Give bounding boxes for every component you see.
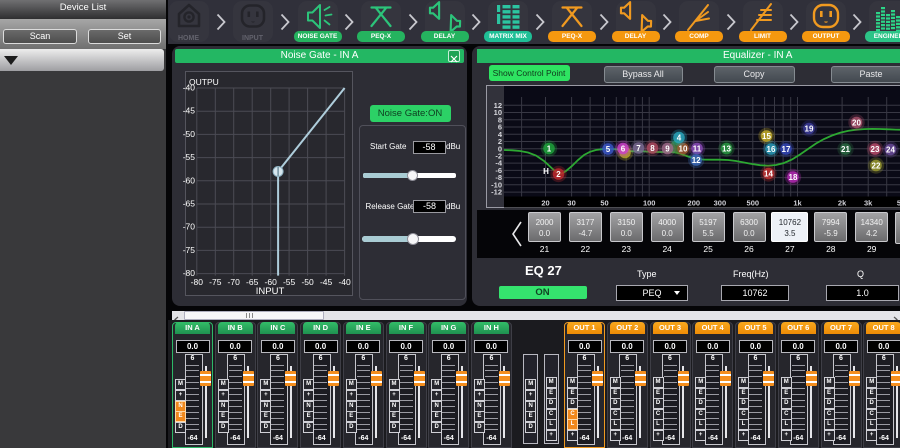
svg-text:-12: -12 <box>491 188 502 197</box>
svg-text:INPUT: INPUT <box>256 286 285 295</box>
svg-text:4: 4 <box>677 133 682 142</box>
svg-text:H: H <box>543 167 549 176</box>
svg-text:16: 16 <box>767 145 776 154</box>
svg-text:19: 19 <box>805 124 814 133</box>
svg-text:17: 17 <box>782 145 791 154</box>
svg-text:2k: 2k <box>838 199 847 208</box>
svg-text:-70: -70 <box>183 222 196 232</box>
svg-text:6: 6 <box>621 144 626 153</box>
svg-text:1: 1 <box>547 144 552 153</box>
svg-text:-40: -40 <box>338 277 351 287</box>
svg-text:1k: 1k <box>793 199 802 208</box>
svg-text:-75: -75 <box>183 245 196 255</box>
svg-text:15: 15 <box>762 132 771 141</box>
svg-text:13: 13 <box>722 144 731 153</box>
svg-text:21: 21 <box>841 145 850 154</box>
svg-text:-50: -50 <box>183 129 196 139</box>
svg-text:14: 14 <box>764 169 773 178</box>
svg-text:18: 18 <box>789 173 798 182</box>
svg-text:8: 8 <box>650 144 655 153</box>
svg-text:-50: -50 <box>301 277 314 287</box>
svg-text:5: 5 <box>606 145 611 154</box>
svg-text:12: 12 <box>692 156 701 165</box>
svg-text:-55: -55 <box>283 277 296 287</box>
svg-text:100: 100 <box>643 199 656 208</box>
svg-text:OUTPU: OUTPU <box>189 77 219 87</box>
svg-text:500: 500 <box>747 199 760 208</box>
svg-text:50: 50 <box>600 199 608 208</box>
svg-text:300: 300 <box>714 199 727 208</box>
svg-text:9: 9 <box>665 144 670 153</box>
svg-text:30: 30 <box>567 199 575 208</box>
svg-text:3k: 3k <box>864 199 873 208</box>
svg-text:20: 20 <box>541 199 549 208</box>
svg-text:23: 23 <box>871 145 880 154</box>
svg-text:200: 200 <box>688 199 701 208</box>
svg-text:-80: -80 <box>191 277 204 287</box>
svg-text:24: 24 <box>886 145 895 154</box>
svg-text:7: 7 <box>636 144 641 153</box>
svg-text:-45: -45 <box>320 277 333 287</box>
svg-text:22: 22 <box>872 161 881 170</box>
svg-text:-75: -75 <box>209 277 222 287</box>
svg-text:-55: -55 <box>183 152 196 162</box>
svg-text:2: 2 <box>556 170 561 179</box>
svg-text:-60: -60 <box>183 175 196 185</box>
svg-text:20: 20 <box>852 118 861 127</box>
svg-text:-65: -65 <box>183 199 196 209</box>
svg-text:-45: -45 <box>183 106 196 116</box>
svg-text:-70: -70 <box>228 277 241 287</box>
